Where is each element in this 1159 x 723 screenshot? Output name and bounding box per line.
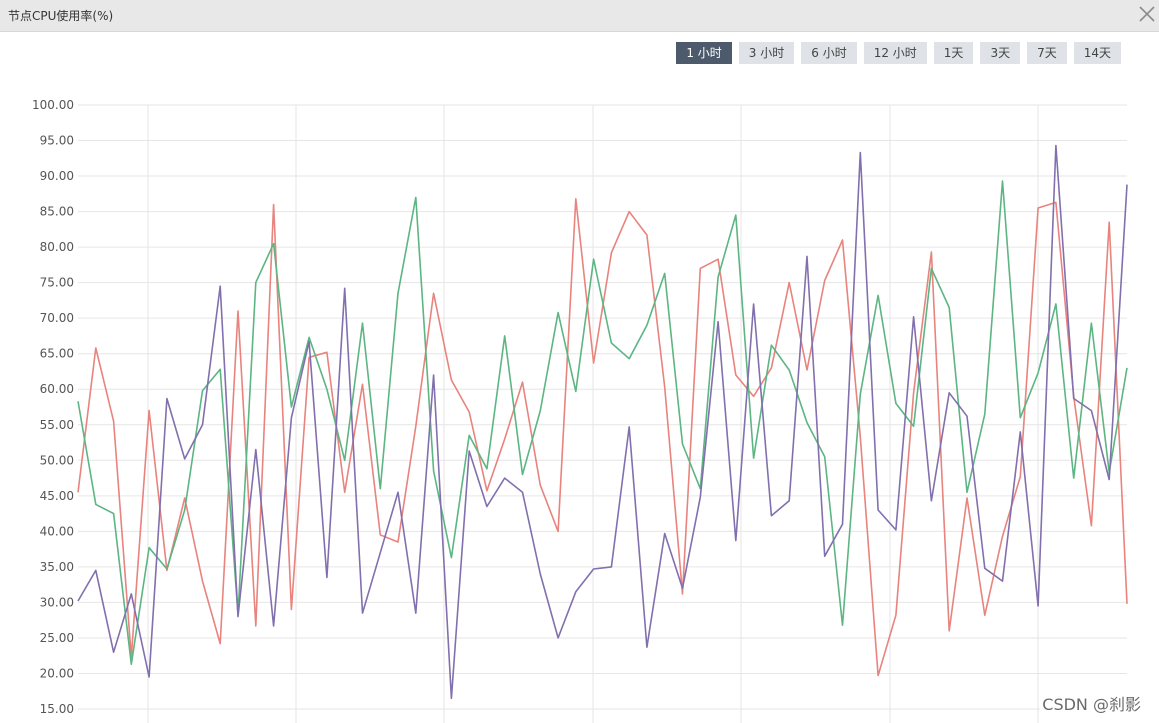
range-button[interactable]: 7天	[1027, 42, 1067, 64]
watermark: CSDN @刹影	[1040, 691, 1143, 715]
y-tick-label: 15.00	[40, 702, 74, 716]
y-tick-label: 75.00	[40, 276, 74, 290]
y-tick-label: 50.00	[40, 453, 74, 467]
range-button[interactable]: 12 小时	[863, 42, 927, 64]
y-tick-label: 55.00	[40, 418, 74, 432]
cpu-usage-line-chart: 15.00 20.00 25.00 30.00 35.00 40.00 45.00 50.00…	[32, 98, 1128, 723]
y-tick-label: 70.00	[40, 311, 74, 325]
range-button[interactable]: 1 小时	[676, 42, 732, 64]
y-tick-label: 85.00	[40, 205, 74, 219]
series-line-3	[77, 144, 1128, 700]
time-range-selector: 1 小时 3 小时 6 小时 12 小时 1天 3天 7天 14天	[676, 42, 1121, 64]
y-tick-label: 20.00	[40, 666, 74, 680]
y-tick-label: 95.00	[40, 134, 74, 148]
y-tick-label: 45.00	[40, 489, 74, 503]
dialog-title: 节点CPU使用率(%)	[8, 9, 114, 23]
y-tick-label: 40.00	[40, 524, 74, 538]
range-button[interactable]: 6 小时	[801, 42, 857, 64]
y-tick-label: 100.00	[32, 98, 74, 112]
dialog-titlebar: 节点CPU使用率(%)	[0, 0, 1159, 32]
y-tick-label: 25.00	[40, 631, 74, 645]
close-icon[interactable]	[1135, 4, 1159, 26]
series-line-2	[77, 180, 1128, 666]
y-tick-label: 30.00	[40, 595, 74, 609]
y-tick-label: 80.00	[40, 240, 74, 254]
range-button[interactable]: 3 小时	[738, 42, 795, 64]
range-button[interactable]: 3天	[980, 42, 1021, 64]
y-tick-label: 65.00	[40, 347, 74, 361]
range-button[interactable]: 14天	[1073, 42, 1121, 64]
range-button[interactable]: 1天	[933, 42, 974, 64]
y-tick-label: 60.00	[40, 382, 74, 396]
y-tick-label: 35.00	[40, 560, 74, 574]
y-tick-label: 90.00	[40, 169, 74, 183]
